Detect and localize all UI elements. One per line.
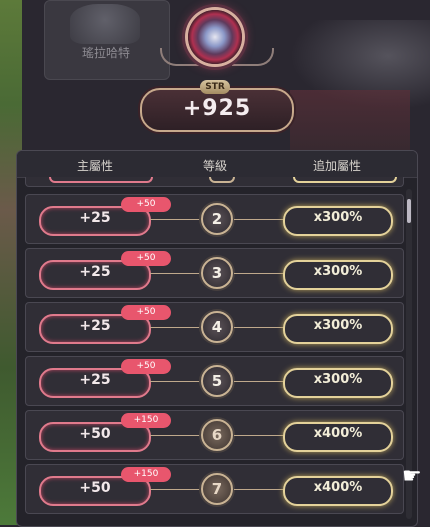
connector-line — [234, 327, 284, 328]
bonus-badge: +50 — [121, 197, 171, 212]
table-row: +50 +150 6 x400% — [25, 410, 404, 460]
bonus-badge: +150 — [121, 467, 171, 482]
connector-line — [150, 327, 200, 328]
table-header: 主屬性 等級 追加屬性 — [17, 151, 417, 178]
main-attribute-value: +25 — [79, 372, 111, 388]
connector-line — [234, 435, 284, 436]
main-attribute-value: +25 — [79, 264, 111, 280]
connector-line — [150, 273, 200, 274]
stat-total-value: +925 — [182, 96, 252, 121]
gem-emblem-icon — [188, 10, 242, 64]
table-row-partial — [25, 177, 404, 187]
header-level: 等級 — [203, 159, 228, 173]
table-row: +25 +50 5 x300% — [25, 356, 404, 406]
table-row: +25 +50 3 x300% — [25, 248, 404, 298]
level-badge: 7 — [201, 473, 233, 505]
hand-pointer-icon: ☛ — [402, 464, 422, 489]
level-badge: 3 — [201, 257, 233, 289]
connector-line — [150, 381, 200, 382]
connector-line — [234, 489, 284, 490]
extra-attribute-value: x300% — [313, 264, 363, 279]
main-attribute-value: +25 — [79, 318, 111, 334]
table-row: +50 +150 7 x400% — [25, 464, 404, 514]
connector-line — [150, 219, 200, 220]
main-pill-partial — [49, 177, 153, 183]
level-badge: 4 — [201, 311, 233, 343]
main-attribute-value: +50 — [79, 480, 111, 496]
extra-attribute-value: x300% — [313, 372, 363, 387]
level-table-panel: 主屬性 等級 追加屬性 +25 +50 2 x300% +25 +50 3 x3… — [16, 150, 418, 527]
header-extra-attribute: 追加屬性 — [313, 159, 362, 173]
bonus-badge: +50 — [121, 359, 171, 374]
extra-attribute-value: x400% — [313, 480, 363, 495]
connector-line — [234, 381, 284, 382]
stat-name-badge: STR — [200, 80, 230, 94]
bonus-badge: +50 — [121, 251, 171, 266]
level-badge: 5 — [201, 365, 233, 397]
header-main-attribute: 主屬性 — [77, 159, 114, 173]
connector-line — [234, 219, 284, 220]
bonus-badge: +50 — [121, 305, 171, 320]
extra-pill-partial — [293, 177, 397, 183]
extra-attribute-value: x300% — [313, 318, 363, 333]
table-row: +25 +50 2 x300% — [25, 194, 404, 244]
main-attribute-value: +50 — [79, 426, 111, 442]
connector-line — [150, 435, 200, 436]
character-card-label: 瑤拉哈特 — [81, 46, 130, 60]
scrollbar-thumb[interactable] — [407, 199, 411, 223]
connector-line — [234, 273, 284, 274]
extra-attribute-value: x300% — [313, 210, 363, 225]
level-badge: 2 — [201, 203, 233, 235]
extra-attribute-value: x400% — [313, 426, 363, 441]
level-ring-partial — [209, 177, 235, 183]
bonus-badge: +150 — [121, 413, 171, 428]
table-row: +25 +50 4 x300% — [25, 302, 404, 352]
connector-line — [150, 489, 200, 490]
level-badge: 6 — [201, 419, 233, 451]
character-portrait — [70, 4, 140, 44]
main-attribute-value: +25 — [79, 210, 111, 226]
scene-building — [290, 90, 410, 150]
